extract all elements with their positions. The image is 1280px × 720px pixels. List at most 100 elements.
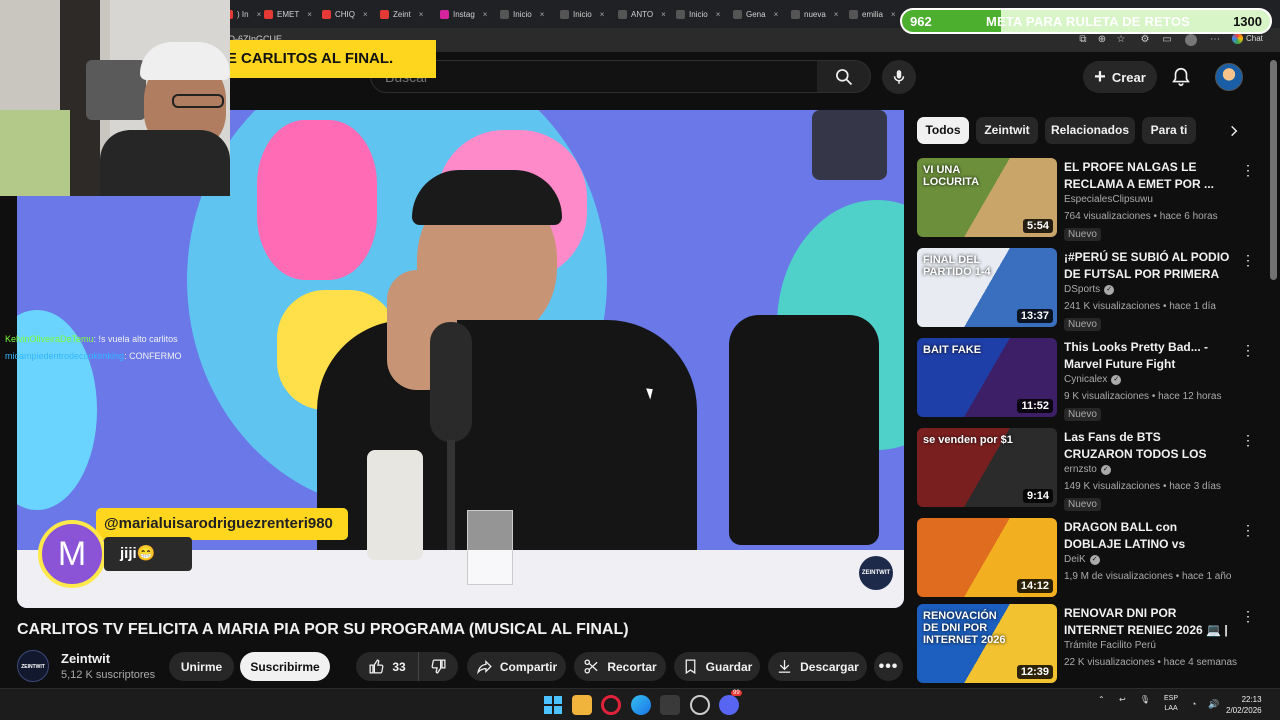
- tray-chevron-icon[interactable]: ⌃: [1098, 695, 1105, 704]
- scrollbar-thumb[interactable]: [1270, 60, 1277, 280]
- save-button[interactable]: Guardar: [674, 652, 760, 681]
- share-button[interactable]: Compartir: [467, 652, 566, 681]
- browser-tab[interactable]: ANTO ×: [618, 4, 666, 24]
- windows-start-icon[interactable]: [543, 695, 563, 715]
- app-window-icon[interactable]: [660, 695, 680, 715]
- kebab-menu-icon[interactable]: ⋮: [1241, 432, 1255, 448]
- video-thumbnail[interactable]: se venden por $1 9:14: [917, 428, 1057, 507]
- dislike-button[interactable]: [418, 652, 458, 681]
- recommendation-title[interactable]: RENOVAR DNI POR INTERNET RENIEC 2026 💻 |…: [1064, 605, 1232, 638]
- notifications-bell-icon[interactable]: [1170, 66, 1192, 88]
- browser-tab[interactable]: Instag ×: [440, 4, 487, 24]
- search-box[interactable]: [370, 60, 818, 93]
- recommendation-channel[interactable]: ernzsto ✓: [1064, 464, 1111, 475]
- tab-close-icon[interactable]: ×: [419, 10, 424, 19]
- recommendation-title[interactable]: This Looks Pretty Bad... - Marvel Future…: [1064, 339, 1232, 372]
- tab-close-icon[interactable]: ×: [363, 10, 368, 19]
- steam-icon[interactable]: [690, 695, 710, 715]
- file-explorer-icon[interactable]: [572, 695, 592, 715]
- recommendation-channel[interactable]: DeiK ✓: [1064, 554, 1100, 565]
- split-view-icon[interactable]: ▭: [1160, 33, 1174, 47]
- recommendation-card[interactable]: 14:12 DRAGON BALL con DOBLAJE LATINO vs E…: [917, 518, 1267, 604]
- recommendation-card[interactable]: FINAL DEL PARTIDO 1-4 13:37 ¡#PERÚ SE SUBI…: [917, 248, 1267, 334]
- zoom-icon[interactable]: ⊕: [1095, 33, 1109, 47]
- recommendation-title[interactable]: ¡#PERÚ SE SUBIÓ AL PODIO DE FUTSAL POR P…: [1064, 249, 1232, 282]
- browser-tab[interactable]: Inicio ×: [676, 4, 720, 24]
- video-thumbnail[interactable]: FINAL DEL PARTIDO 1-4 13:37: [917, 248, 1057, 327]
- search-button[interactable]: [817, 60, 871, 93]
- chips-next-button[interactable]: [1220, 117, 1247, 144]
- open-in-app-icon[interactable]: ⧉: [1076, 33, 1090, 47]
- recommendation-card[interactable]: VI UNA LOCURITA 5:54 EL PROFE NALGAS LE RE…: [917, 158, 1267, 244]
- browser-tab[interactable]: Gena ×: [733, 4, 778, 24]
- kebab-menu-icon[interactable]: ⋮: [1241, 342, 1255, 358]
- taskbar-clock[interactable]: 22:13 2/02/2026: [1226, 694, 1262, 716]
- tab-close-icon[interactable]: ×: [774, 10, 779, 19]
- copilot-chat-button[interactable]: Chat: [1232, 33, 1263, 44]
- recommendation-title[interactable]: DRAGON BALL con DOBLAJE LATINO vs ESPAÑO…: [1064, 519, 1232, 552]
- chip-zeintwit[interactable]: Zeintwit: [976, 117, 1038, 144]
- tray-app-icon[interactable]: ↩: [1119, 695, 1126, 704]
- video-thumbnail[interactable]: VI UNA LOCURITA 5:54: [917, 158, 1057, 237]
- recommendation-card[interactable]: se venden por $1 9:14 Las Fans de BTS CRUZ…: [917, 428, 1267, 514]
- browser-tab[interactable]: emilia ×: [849, 4, 896, 24]
- language-indicator[interactable]: ESP LAA: [1164, 694, 1178, 714]
- edge-icon[interactable]: [631, 695, 651, 715]
- tab-close-icon[interactable]: ×: [716, 10, 721, 19]
- tray-mic-icon[interactable]: 🎙: [1140, 695, 1150, 704]
- kebab-menu-icon[interactable]: ⋮: [1241, 608, 1255, 624]
- menu-dots-icon[interactable]: ⋯: [1208, 33, 1222, 47]
- account-avatar[interactable]: [1215, 63, 1243, 91]
- recommendation-channel[interactable]: DSports ✓: [1064, 284, 1115, 295]
- video-thumbnail[interactable]: BAIT FAKE 11:52: [917, 338, 1057, 417]
- tab-close-icon[interactable]: ×: [834, 10, 839, 19]
- recommendation-channel[interactable]: Trámite Facilito Perú: [1064, 640, 1156, 651]
- join-button[interactable]: Unirme: [169, 652, 234, 681]
- voice-search-button[interactable]: [882, 60, 916, 94]
- download-button[interactable]: Descargar: [768, 652, 867, 681]
- like-button[interactable]: 33: [356, 652, 418, 681]
- recommendation-title[interactable]: EL PROFE NALGAS LE RECLAMA A EMET POR ..…: [1064, 159, 1232, 192]
- video-thumbnail[interactable]: RENOVACIÓN DE DNI POR INTERNET 2026 12:39: [917, 604, 1057, 683]
- opera-icon[interactable]: [601, 695, 621, 715]
- video-thumbnail[interactable]: 14:12: [917, 518, 1057, 597]
- recommendation-card[interactable]: RENOVACIÓN DE DNI POR INTERNET 2026 12:39…: [917, 604, 1267, 690]
- kebab-menu-icon[interactable]: ⋮: [1241, 162, 1255, 178]
- volume-icon[interactable]: 🔊: [1208, 699, 1219, 710]
- recommendation-channel[interactable]: EspecialesClipsuwu: [1064, 194, 1153, 205]
- browser-tab[interactable]: CHIQ ×: [322, 4, 368, 24]
- discord-icon[interactable]: 99: [719, 690, 742, 715]
- kebab-menu-icon[interactable]: ⋮: [1241, 522, 1255, 538]
- clip-button[interactable]: Recortar: [574, 652, 666, 681]
- extensions-icon[interactable]: ⚙: [1138, 33, 1152, 47]
- tab-close-icon[interactable]: ×: [307, 10, 312, 19]
- profile-icon[interactable]: [1185, 34, 1197, 46]
- wifi-icon[interactable]: ◔: [1191, 699, 1196, 709]
- more-actions-button[interactable]: •••: [874, 652, 903, 681]
- chip-para-ti[interactable]: Para ti: [1142, 117, 1196, 144]
- recommendation-card[interactable]: BAIT FAKE 11:52 This Looks Pretty Bad... -…: [917, 338, 1267, 424]
- chip-relacionados[interactable]: Relacionados: [1045, 117, 1135, 144]
- browser-tab[interactable]: EMET ×: [264, 4, 312, 24]
- bookmark-star-icon[interactable]: ☆: [1114, 33, 1128, 47]
- tab-close-icon[interactable]: ×: [661, 10, 666, 19]
- subscribe-button[interactable]: Suscribirme: [240, 652, 330, 681]
- channel-name[interactable]: Zeintwit: [61, 651, 110, 666]
- browser-tab[interactable]: nueva ×: [791, 4, 838, 24]
- search-input[interactable]: [385, 69, 785, 85]
- recommendation-channel[interactable]: Cynicalex ✓: [1064, 374, 1122, 385]
- tab-close-icon[interactable]: ×: [540, 10, 545, 19]
- tab-close-icon[interactable]: ×: [600, 10, 605, 19]
- kebab-menu-icon[interactable]: ⋮: [1241, 252, 1255, 268]
- create-button[interactable]: + Crear: [1083, 61, 1157, 93]
- system-tray[interactable]: ⌃ ↩ 🎙: [1098, 695, 1150, 704]
- tab-close-icon[interactable]: ×: [483, 10, 488, 19]
- channel-watermark[interactable]: ZEINTWIT: [859, 556, 893, 590]
- browser-tab[interactable]: Inicio ×: [560, 4, 604, 24]
- browser-tab[interactable]: Inicio ×: [500, 4, 544, 24]
- recommendation-title[interactable]: Las Fans de BTS CRUZARON TODOS LOS LÍMIT…: [1064, 429, 1232, 462]
- channel-avatar[interactable]: ZEINTWIT: [17, 650, 49, 682]
- tab-close-icon[interactable]: ×: [257, 10, 262, 19]
- tab-close-icon[interactable]: ×: [891, 10, 896, 19]
- browser-tab[interactable]: Zeint ×: [380, 4, 423, 24]
